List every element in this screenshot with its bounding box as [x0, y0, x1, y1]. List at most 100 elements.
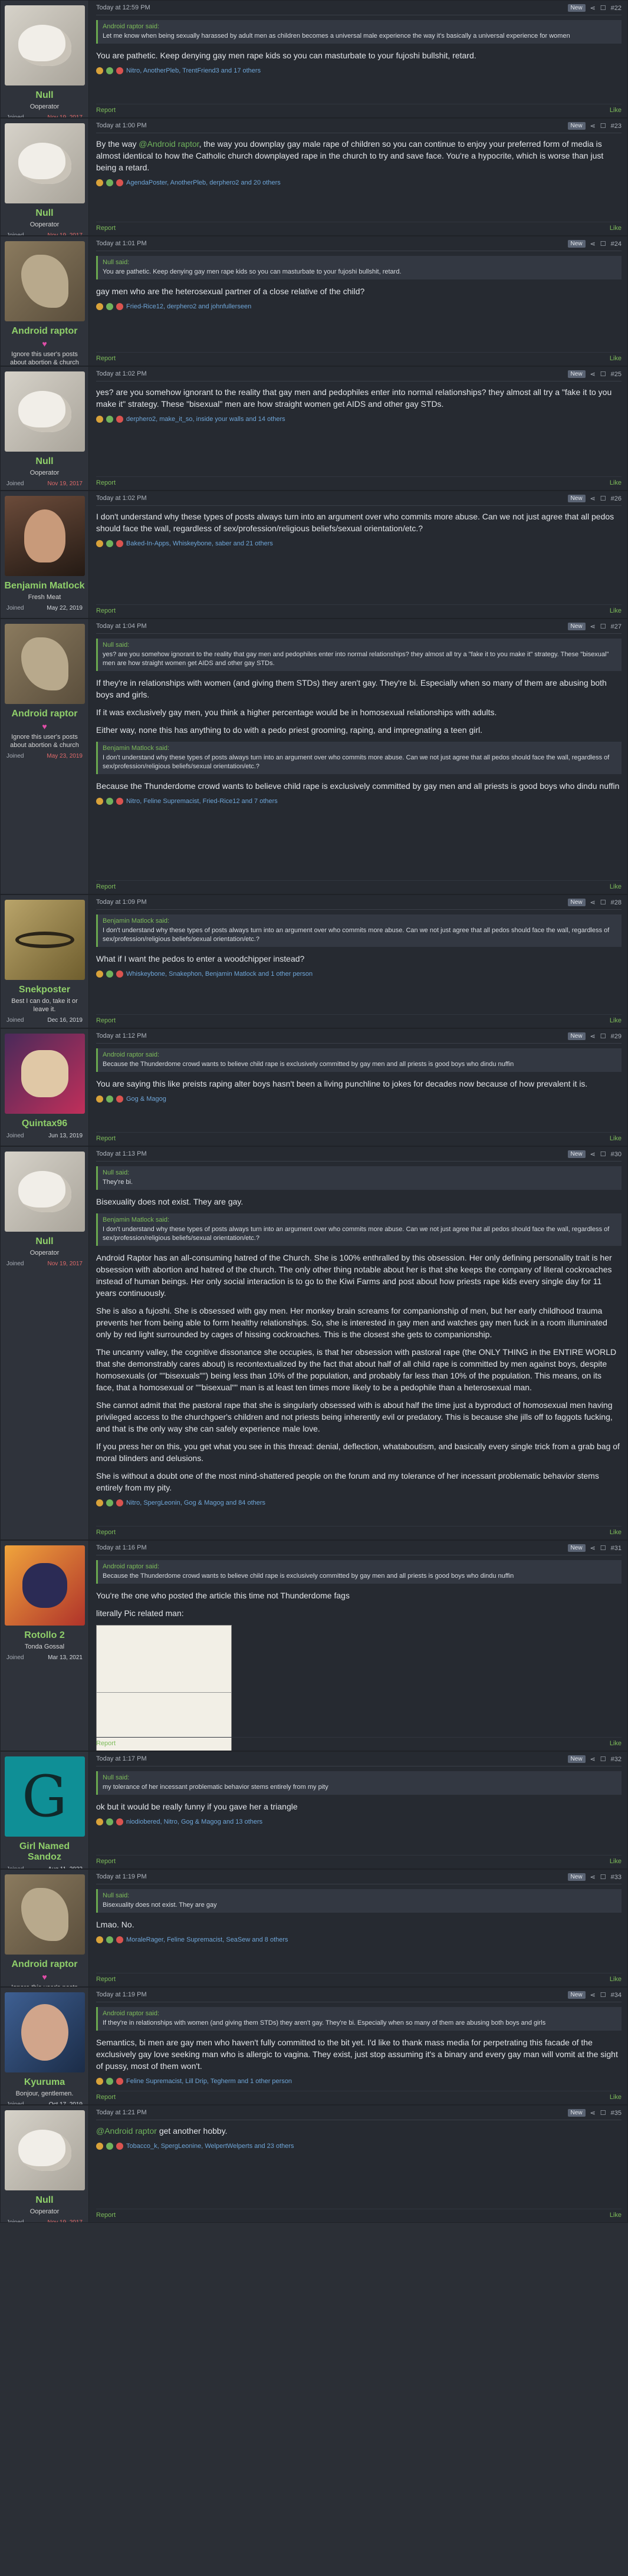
post-number[interactable]: #26: [611, 495, 622, 502]
reactions-bar[interactable]: Whiskeybone, Snakephon, Benjamin Matlock…: [96, 970, 622, 978]
share-icon[interactable]: ⋖: [590, 2109, 596, 2117]
like-link[interactable]: Like: [610, 355, 622, 362]
post-number[interactable]: #24: [611, 241, 622, 248]
quote-author[interactable]: Benjamin Matlock said:: [103, 745, 617, 752]
share-icon[interactable]: ⋖: [590, 1032, 596, 1040]
avatar[interactable]: [4, 241, 85, 321]
share-icon[interactable]: ⋖: [590, 4, 596, 12]
like-link[interactable]: Like: [610, 1740, 622, 1747]
post-timestamp[interactable]: Today at 1:01 PM: [96, 240, 147, 248]
reaction-users[interactable]: Whiskeybone, Snakephon, Benjamin Matlock…: [126, 970, 313, 978]
post-number[interactable]: #27: [611, 623, 622, 630]
report-link[interactable]: Report: [96, 225, 116, 232]
post-number[interactable]: #30: [611, 1151, 622, 1158]
report-link[interactable]: Report: [96, 107, 116, 114]
share-icon[interactable]: ⋖: [590, 1150, 596, 1158]
bookmark-icon[interactable]: ☐: [600, 623, 606, 630]
avatar[interactable]: [4, 5, 85, 85]
share-icon[interactable]: ⋖: [590, 240, 596, 248]
like-link[interactable]: Like: [610, 1858, 622, 1865]
post-timestamp[interactable]: Today at 12:59 PM: [96, 4, 150, 12]
avatar[interactable]: [4, 123, 85, 203]
reactions-bar[interactable]: niodiobered, Nitro, Gog & Magog and 13 o…: [96, 1818, 622, 1825]
quote-author[interactable]: Null said:: [103, 1774, 617, 1781]
user-mention[interactable]: @Android raptor: [139, 139, 199, 149]
like-link[interactable]: Like: [610, 225, 622, 232]
bookmark-icon[interactable]: ☐: [600, 122, 606, 130]
post-number[interactable]: #29: [611, 1033, 622, 1040]
bookmark-icon[interactable]: ☐: [600, 899, 606, 906]
post-timestamp[interactable]: Today at 1:17 PM: [96, 1755, 147, 1763]
post-number[interactable]: #34: [611, 1992, 622, 1999]
username-link[interactable]: Rotollo 2: [4, 1630, 85, 1641]
quote-author[interactable]: Android raptor said:: [103, 2010, 617, 2017]
reaction-users[interactable]: niodiobered, Nitro, Gog & Magog and 13 o…: [126, 1818, 262, 1825]
bookmark-icon[interactable]: ☐: [600, 4, 606, 12]
reactions-bar[interactable]: Nitro, SpergLeonin, Gog & Magog and 84 o…: [96, 1499, 622, 1506]
report-link[interactable]: Report: [96, 355, 116, 362]
username-link[interactable]: Null: [4, 208, 85, 219]
report-link[interactable]: Report: [96, 479, 116, 486]
reactions-bar[interactable]: Feline Supremacist, Lill Drip, Tegherm a…: [96, 2078, 622, 2085]
reaction-users[interactable]: Nitro, SpergLeonin, Gog & Magog and 84 o…: [126, 1499, 265, 1506]
quote-author[interactable]: Benjamin Matlock said:: [103, 917, 617, 925]
reaction-users[interactable]: Nitro, AnotherPleb, TrentFriend3 and 17 …: [126, 67, 261, 74]
post-timestamp[interactable]: Today at 1:09 PM: [96, 899, 147, 906]
report-link[interactable]: Report: [96, 1017, 116, 1024]
share-icon[interactable]: ⋖: [590, 1755, 596, 1763]
username-link[interactable]: Android raptor: [4, 709, 85, 719]
post-timestamp[interactable]: Today at 1:12 PM: [96, 1032, 147, 1040]
username-link[interactable]: Android raptor: [4, 1959, 85, 1970]
report-link[interactable]: Report: [96, 883, 116, 890]
reaction-users[interactable]: Fried-Rice12, derphero2 and johnfullerse…: [126, 303, 251, 310]
reactions-bar[interactable]: derphero2, make_it_so, inside your walls…: [96, 416, 622, 423]
user-mention[interactable]: @Android raptor: [96, 2126, 157, 2136]
username-link[interactable]: Snekposter: [4, 985, 85, 995]
like-link[interactable]: Like: [610, 1135, 622, 1142]
quote-author[interactable]: Null said:: [103, 1892, 617, 1899]
quote-author[interactable]: Android raptor said:: [103, 1563, 617, 1570]
post-timestamp[interactable]: Today at 1:21 PM: [96, 2109, 147, 2117]
post-timestamp[interactable]: Today at 1:00 PM: [96, 122, 147, 130]
like-link[interactable]: Like: [610, 107, 622, 114]
avatar[interactable]: [4, 900, 85, 980]
bookmark-icon[interactable]: ☐: [600, 1991, 606, 1999]
username-link[interactable]: Kyuruma: [4, 2077, 85, 2088]
post-timestamp[interactable]: Today at 1:19 PM: [96, 1991, 147, 1999]
reaction-users[interactable]: derphero2, make_it_so, inside your walls…: [126, 416, 285, 423]
reaction-users[interactable]: Nitro, Feline Supremacist, Fried-Rice12 …: [126, 798, 278, 805]
post-number[interactable]: #35: [611, 2110, 622, 2117]
username-link[interactable]: Null: [4, 456, 85, 467]
like-link[interactable]: Like: [610, 1976, 622, 1983]
post-timestamp[interactable]: Today at 1:04 PM: [96, 623, 147, 630]
avatar[interactable]: [4, 1545, 85, 1626]
post-number[interactable]: #25: [611, 371, 622, 378]
reaction-users[interactable]: Feline Supremacist, Lill Drip, Tegherm a…: [126, 2078, 292, 2085]
post-number[interactable]: #33: [611, 1874, 622, 1881]
post-number[interactable]: #23: [611, 123, 622, 130]
share-icon[interactable]: ⋖: [590, 1544, 596, 1552]
bookmark-icon[interactable]: ☐: [600, 240, 606, 248]
avatar[interactable]: [4, 1034, 85, 1114]
bookmark-icon[interactable]: ☐: [600, 1755, 606, 1763]
like-link[interactable]: Like: [610, 1017, 622, 1024]
quote-author[interactable]: Benjamin Matlock said:: [103, 1216, 617, 1223]
avatar[interactable]: [4, 371, 85, 452]
username-link[interactable]: Girl Named Sandoz: [4, 1841, 85, 1863]
post-timestamp[interactable]: Today at 1:19 PM: [96, 1873, 147, 1881]
like-link[interactable]: Like: [610, 2212, 622, 2219]
reactions-bar[interactable]: Nitro, Feline Supremacist, Fried-Rice12 …: [96, 798, 622, 805]
report-link[interactable]: Report: [96, 2212, 116, 2219]
reaction-users[interactable]: Tobacco_k, SpergLeonine, WelpertWelperts…: [126, 2143, 294, 2150]
avatar[interactable]: [4, 624, 85, 704]
like-link[interactable]: Like: [610, 2094, 622, 2101]
reaction-users[interactable]: Baked-In-Apps, Whiskeybone, saber and 21…: [126, 540, 273, 547]
username-link[interactable]: Null: [4, 1236, 85, 1247]
quote-author[interactable]: Android raptor said:: [103, 23, 617, 30]
report-link[interactable]: Report: [96, 607, 116, 614]
like-link[interactable]: Like: [610, 607, 622, 614]
quote-author[interactable]: Null said:: [103, 259, 617, 266]
report-link[interactable]: Report: [96, 1740, 116, 1747]
reaction-users[interactable]: AgendaPoster, AnotherPleb, derphero2 and…: [126, 179, 281, 186]
bookmark-icon[interactable]: ☐: [600, 1032, 606, 1040]
